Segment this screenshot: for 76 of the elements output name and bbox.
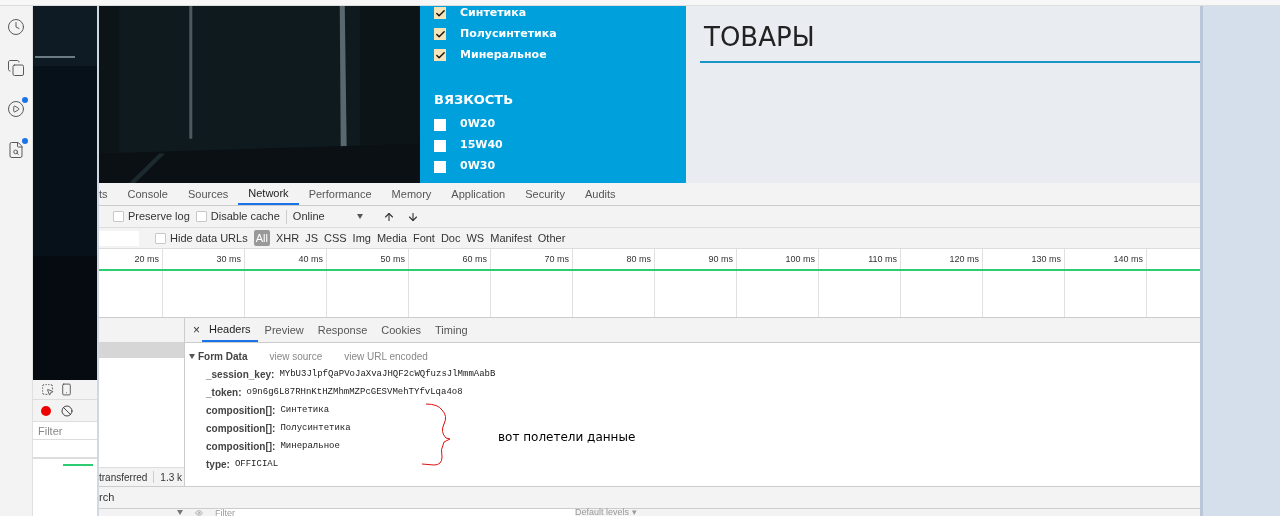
view-link[interactable]: view source — [269, 349, 323, 364]
type-filter[interactable]: Img — [352, 229, 371, 247]
checkbox[interactable] — [434, 49, 446, 61]
devtools-tab[interactable]: Security — [515, 183, 575, 205]
type-filter[interactable]: WS — [466, 229, 485, 247]
checkbox[interactable] — [434, 139, 446, 152]
checkbox-label[interactable]: Preserve log — [128, 208, 190, 225]
detail-tab[interactable]: Headers — [202, 318, 258, 342]
close-button[interactable]: × — [191, 318, 202, 342]
clock-icon — [7, 18, 25, 36]
inspect-icon[interactable] — [41, 383, 54, 396]
device-icon[interactable] — [60, 383, 73, 396]
type-filter[interactable]: XHR — [275, 229, 300, 247]
status-text: 1.3 k — [160, 470, 183, 485]
checkbox-label[interactable]: Hide data URLs — [170, 229, 248, 247]
checkbox[interactable] — [113, 211, 124, 222]
upload-icon[interactable] — [382, 210, 395, 223]
section-heading: ВЯЗКОСТЬ — [434, 91, 515, 109]
detail-tab[interactable]: Response — [310, 318, 375, 342]
filter-field[interactable]: Filter — [215, 509, 575, 516]
detail-tab[interactable]: Timing — [428, 318, 475, 342]
caret-icon[interactable] — [177, 510, 183, 515]
filter-field[interactable]: Filter — [33, 422, 97, 440]
devtools-tab[interactable]: Sources — [177, 183, 239, 205]
type-filter[interactable]: Media — [376, 229, 407, 247]
throttling-select[interactable]: Online — [292, 208, 351, 225]
document-search-icon — [7, 141, 25, 159]
page-title: ТОВАРЫ — [700, 18, 1200, 63]
checkbox[interactable] — [195, 211, 207, 222]
devtools-tab[interactable]: Performance — [298, 183, 382, 205]
checkbox[interactable] — [155, 232, 166, 244]
devtools-tab[interactable]: Audits — [574, 183, 626, 205]
view-link[interactable]: view URL encoded — [344, 349, 428, 364]
form-key: composition[]: — [206, 403, 276, 418]
download-icon[interactable] — [406, 210, 419, 223]
checkbox[interactable] — [434, 118, 446, 131]
form-value: Синтетика — [280, 403, 330, 417]
play-icon — [7, 100, 25, 118]
type-filter[interactable]: JS — [305, 229, 318, 247]
text-field[interactable] — [33, 440, 97, 458]
type-filter[interactable]: Manifest — [490, 229, 532, 247]
type-filter[interactable]: CSS — [323, 229, 347, 247]
form-value: Минеральное — [280, 439, 340, 453]
filter-field[interactable] — [99, 230, 139, 246]
form-value: o9n6g6L87RHnKtHZMhmMZPcGESVMehTYfvLqa4o8 — [246, 385, 463, 399]
form-value: Полусинтетика — [280, 421, 351, 435]
clear-icon[interactable] — [61, 404, 73, 417]
form-key: type: — [206, 457, 230, 472]
form-key: composition[]: — [206, 439, 276, 454]
devtools-tab[interactable]: ts — [99, 183, 118, 205]
devtools-tab[interactable]: Application — [441, 183, 516, 205]
devtools-tab[interactable]: Memory — [381, 183, 442, 205]
form-value: MYbU3JlpfQaPVoJaXvaJHQF2cWQfuzsJlMmmAabB — [279, 367, 496, 381]
form-key: _session_key: — [206, 367, 275, 382]
form-key: composition[]: — [206, 421, 276, 436]
form-value: OFFICIAL — [234, 457, 279, 471]
status-text: transferred — [99, 470, 148, 485]
type-filter[interactable]: Doc — [440, 229, 461, 247]
eye-icon[interactable] — [195, 509, 203, 516]
form-key: _token: — [206, 385, 242, 400]
checkbox[interactable] — [434, 160, 446, 173]
caret-icon[interactable] — [356, 214, 363, 219]
type-filter[interactable]: Other — [537, 229, 566, 247]
section-toggle[interactable]: Form Data — [189, 349, 248, 364]
type-filter[interactable]: Font — [412, 229, 435, 247]
devtools-tab[interactable]: Network — [238, 183, 299, 205]
record-icon[interactable] — [41, 405, 51, 416]
checkbox[interactable] — [434, 7, 446, 19]
detail-tab[interactable]: Cookies — [374, 318, 428, 342]
checkbox[interactable] — [434, 28, 446, 40]
detail-tab[interactable]: Preview — [257, 318, 311, 342]
annotation-text: вот полетели данные — [498, 429, 636, 446]
search-tab[interactable]: rch — [99, 489, 115, 506]
checkbox-label[interactable]: Disable cache — [210, 208, 280, 225]
devtools-tab[interactable]: Console — [117, 183, 178, 205]
documents-icon — [7, 59, 25, 77]
